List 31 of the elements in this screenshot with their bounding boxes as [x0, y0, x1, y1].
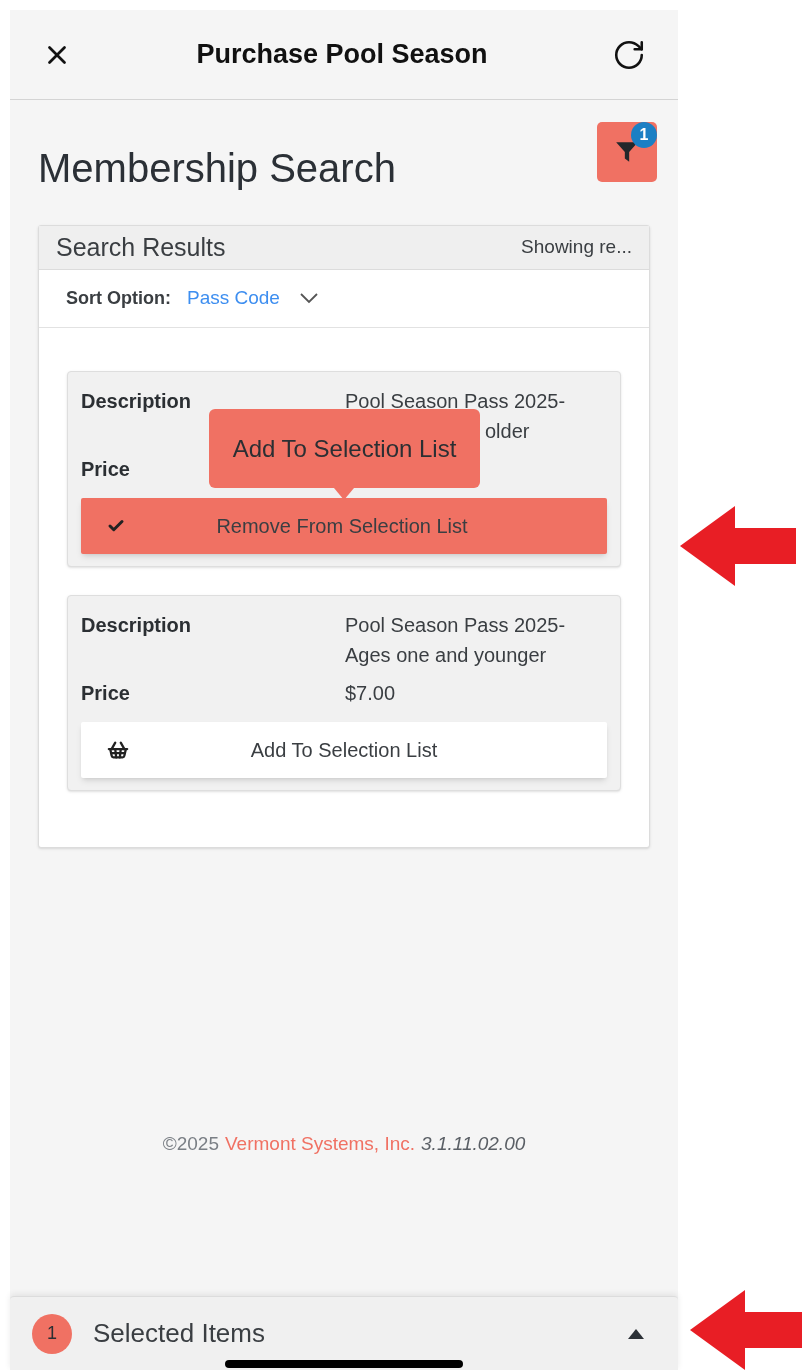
price-label: Price: [81, 457, 131, 482]
header-title: Purchase Pool Season: [195, 38, 489, 72]
selected-items-bar[interactable]: 1 Selected Items: [10, 1296, 678, 1370]
price-text: $7.00: [345, 681, 396, 706]
basket-icon: [107, 739, 129, 761]
version-text: 3.1.11.02.00: [421, 1132, 526, 1156]
filter-button[interactable]: 1: [597, 122, 657, 182]
description-label: Description: [81, 389, 193, 414]
description-text: Ages one and younger: [345, 643, 548, 668]
results-title: Search Results: [56, 231, 226, 263]
caret-up-icon: [628, 1328, 644, 1339]
count-badge: 1: [32, 1313, 72, 1354]
company-link[interactable]: Vermont Systems, Inc.: [224, 1130, 416, 1159]
arrow-icon: [690, 1290, 802, 1370]
sort-dropdown[interactable]: Pass Code: [187, 284, 318, 313]
selected-items-label: Selected Items: [93, 1317, 266, 1350]
showing-text: Showing re...: [521, 235, 632, 260]
arrow-icon: [680, 506, 796, 586]
tooltip-pointer: [334, 488, 354, 502]
description-label: Description: [81, 613, 193, 638]
price-label: Price: [81, 681, 131, 706]
filter-badge: 1: [631, 122, 657, 148]
sort-label: Sort Option:: [66, 287, 171, 310]
description-text: older: [484, 419, 531, 444]
remove-button[interactable]: Remove From Selection List: [81, 498, 607, 554]
copyright-text: ©2025: [162, 1132, 219, 1156]
add-button[interactable]: Add To Selection List: [81, 722, 607, 778]
tooltip: Add To Selection List: [209, 409, 480, 488]
page-title: Membership Search: [38, 144, 396, 192]
chevron-down-icon: [299, 293, 318, 304]
description-text: Pool Season Pass 2025-: [345, 613, 566, 638]
